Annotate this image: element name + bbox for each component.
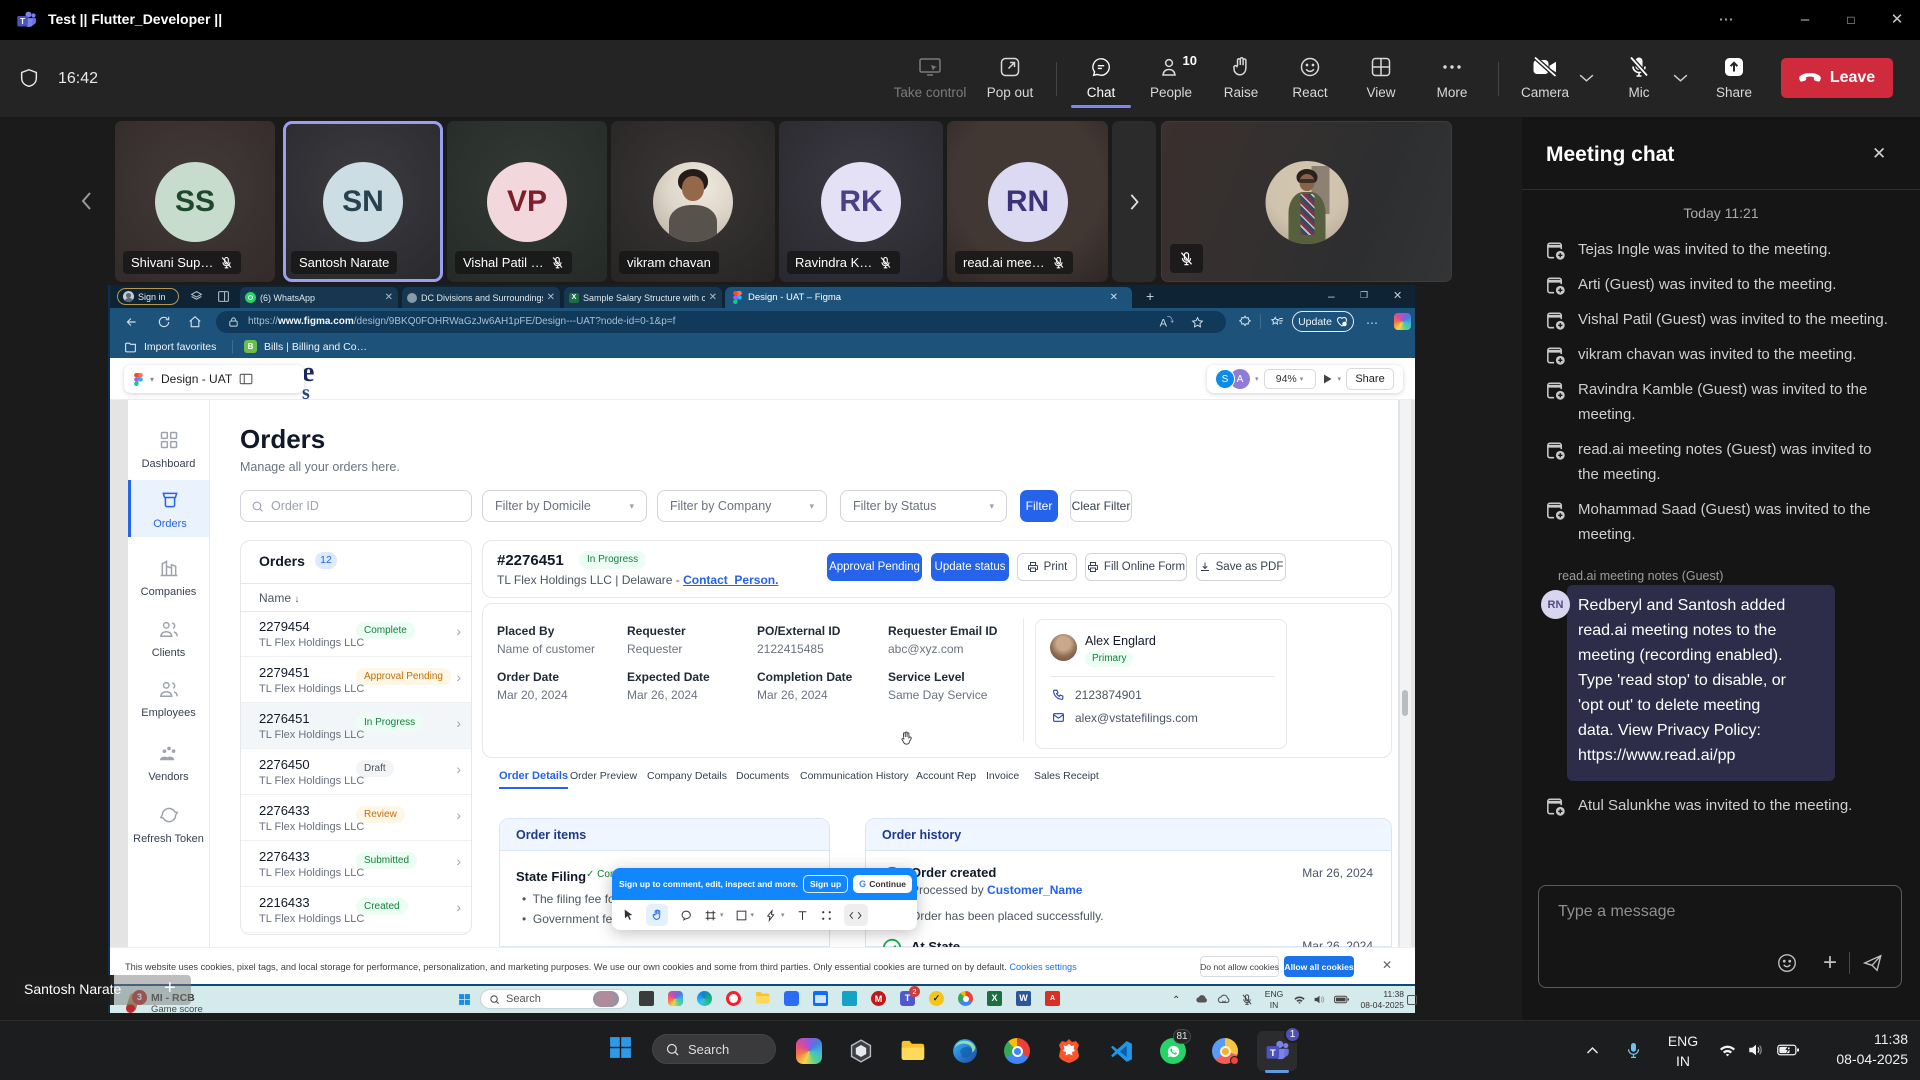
svg-text:T: T bbox=[1269, 1047, 1275, 1057]
svg-text:T: T bbox=[20, 17, 25, 26]
